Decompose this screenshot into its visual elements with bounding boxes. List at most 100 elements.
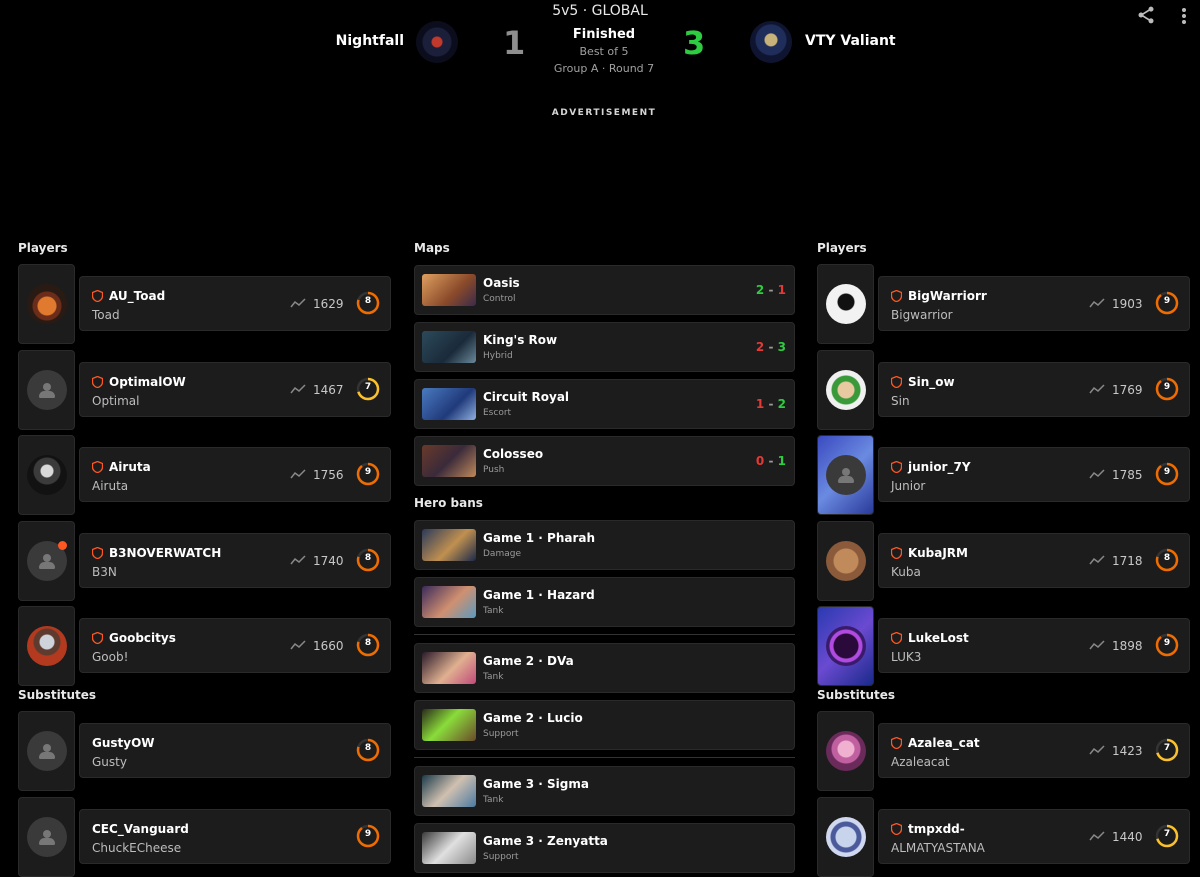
share-icon[interactable] <box>1136 5 1156 25</box>
rank-value: 9 <box>364 467 372 477</box>
player-card[interactable]: OptimalOW Optimal 1467 7 <box>79 362 391 417</box>
team-right-logo[interactable] <box>750 21 792 63</box>
hero-ban-row[interactable]: Game 2 · DVa Tank <box>414 643 795 693</box>
shield-icon <box>891 376 902 388</box>
player-card[interactable]: BigWarriorr Bigwarrior 1903 9 <box>878 276 1190 331</box>
player-name: Airuta <box>109 460 151 474</box>
shield-icon <box>891 737 902 749</box>
player-name: Goobcitys <box>109 631 176 645</box>
rank-value: 8 <box>364 296 372 306</box>
player-row[interactable]: AU_Toad Toad 1629 8 <box>18 264 391 344</box>
player-row[interactable]: Goobcitys Goob! 1660 8 <box>18 606 391 686</box>
avatar <box>817 264 874 344</box>
player-real-name: ALMATYASTANA <box>891 841 985 855</box>
player-elo: 1769 <box>1112 383 1143 397</box>
map-thumbnail <box>422 331 476 363</box>
trend-icon <box>1089 831 1105 841</box>
player-row[interactable]: Sin_ow Sin 1769 9 <box>817 350 1190 430</box>
best-of: Best of 5 <box>579 45 629 58</box>
player-card[interactable]: Goobcitys Goob! 1660 8 <box>79 618 391 673</box>
advertisement-label: ADVERTISEMENT <box>551 108 657 118</box>
player-name: AU_Toad <box>109 289 166 303</box>
player-row[interactable]: KubaJRM Kuba 1718 8 <box>817 521 1190 601</box>
substitute-row[interactable]: Azalea_cat Azaleacat 1423 7 <box>817 711 1190 791</box>
left-players-title: Players <box>18 241 68 255</box>
rank-value: 9 <box>1163 296 1171 306</box>
player-real-name: LUK3 <box>891 650 922 664</box>
hero-ban-row[interactable]: Game 1 · Hazard Tank <box>414 577 795 627</box>
player-name: junior_7Y <box>908 460 971 474</box>
hero-role: Tank <box>483 606 504 616</box>
player-elo: 1467 <box>313 383 344 397</box>
default-avatar-icon <box>26 731 67 771</box>
player-real-name: Toad <box>92 308 120 322</box>
hero-role: Damage <box>483 549 521 559</box>
shield-icon <box>92 290 103 302</box>
player-row[interactable]: LukeLost LUK3 1898 9 <box>817 606 1190 686</box>
substitute-row[interactable]: tmpxdd- ALMATYASTANA 1440 7 <box>817 797 1190 877</box>
map-row[interactable]: Oasis Control 2 - 1 <box>414 265 795 315</box>
hero-portrait <box>422 709 476 741</box>
player-row[interactable]: Airuta Airuta 1756 9 <box>18 435 391 515</box>
player-card[interactable]: Azalea_cat Azaleacat 1423 7 <box>878 723 1190 778</box>
map-row[interactable]: Colosseo Push 0 - 1 <box>414 436 795 486</box>
player-card[interactable]: GustyOW Gusty 8 <box>79 723 391 778</box>
team-right-name[interactable]: VTY Valiant <box>805 33 896 49</box>
player-card[interactable]: LukeLost LUK3 1898 9 <box>878 618 1190 673</box>
map-score: 0 - 1 <box>755 454 786 468</box>
map-row[interactable]: Circuit Royal Escort 1 - 2 <box>414 379 795 429</box>
hero-ban-row[interactable]: Game 3 · Sigma Tank <box>414 766 795 816</box>
player-real-name: Gusty <box>92 755 127 769</box>
player-card[interactable]: junior_7Y Junior 1785 9 <box>878 447 1190 502</box>
hero-role: Support <box>483 729 519 739</box>
player-real-name: Azaleacat <box>891 755 950 769</box>
player-name: Azalea_cat <box>908 736 980 750</box>
hero-role: Tank <box>483 795 504 805</box>
player-row[interactable]: B3NOVERWATCH B3N 1740 8 <box>18 521 391 601</box>
trend-icon <box>1089 745 1105 755</box>
rank-value: 7 <box>1163 829 1171 839</box>
substitute-row[interactable]: CEC_Vanguard ChuckECheese 9 <box>18 797 391 877</box>
player-name: tmpxdd- <box>908 822 965 836</box>
hero-ban-row[interactable]: Game 3 · Zenyatta Support <box>414 823 795 873</box>
shield-icon <box>92 461 103 473</box>
player-card[interactable]: AU_Toad Toad 1629 8 <box>79 276 391 331</box>
hero-ban-row[interactable]: Game 1 · Pharah Damage <box>414 520 795 570</box>
player-card[interactable]: CEC_Vanguard ChuckECheese 9 <box>79 809 391 864</box>
shield-icon <box>891 823 902 835</box>
avatar <box>18 435 75 515</box>
player-elo: 1740 <box>313 554 344 568</box>
shield-icon <box>891 632 902 644</box>
player-card[interactable]: tmpxdd- ALMATYASTANA 1440 7 <box>878 809 1190 864</box>
player-card[interactable]: B3NOVERWATCH B3N 1740 8 <box>79 533 391 588</box>
trend-icon <box>290 640 306 650</box>
shield-icon <box>891 547 902 559</box>
substitute-row[interactable]: GustyOW Gusty 8 <box>18 711 391 791</box>
map-row[interactable]: King's Row Hybrid 2 - 3 <box>414 322 795 372</box>
player-elo: 1785 <box>1112 468 1143 482</box>
player-card[interactable]: Sin_ow Sin 1769 9 <box>878 362 1190 417</box>
player-row[interactable]: OptimalOW Optimal 1467 7 <box>18 350 391 430</box>
player-elo: 1629 <box>313 297 344 311</box>
rank-value: 8 <box>364 743 372 753</box>
hero-ban-row[interactable]: Game 2 · Lucio Support <box>414 700 795 750</box>
player-row[interactable]: junior_7Y Junior 1785 9 <box>817 435 1190 515</box>
player-name: LukeLost <box>908 631 969 645</box>
match-mode: 5v5 · GLOBAL <box>552 3 648 19</box>
map-name: King's Row <box>483 333 558 347</box>
hero-ban-name: Game 1 · Pharah <box>483 531 596 545</box>
avatar <box>817 350 874 430</box>
default-avatar-icon <box>825 455 866 495</box>
rank-value: 7 <box>1163 743 1171 753</box>
player-card[interactable]: KubaJRM Kuba 1718 8 <box>878 533 1190 588</box>
player-name: CEC_Vanguard <box>92 822 189 836</box>
map-thumbnail <box>422 388 476 420</box>
player-card[interactable]: Airuta Airuta 1756 9 <box>79 447 391 502</box>
hero-ban-name: Game 2 · DVa <box>483 654 574 668</box>
player-row[interactable]: BigWarriorr Bigwarrior 1903 9 <box>817 264 1190 344</box>
hero-portrait <box>422 652 476 684</box>
hero-ban-name: Game 3 · Sigma <box>483 777 589 791</box>
more-vertical-icon[interactable] <box>1176 6 1192 26</box>
map-type: Push <box>483 465 505 475</box>
right-players-title: Players <box>817 241 867 255</box>
